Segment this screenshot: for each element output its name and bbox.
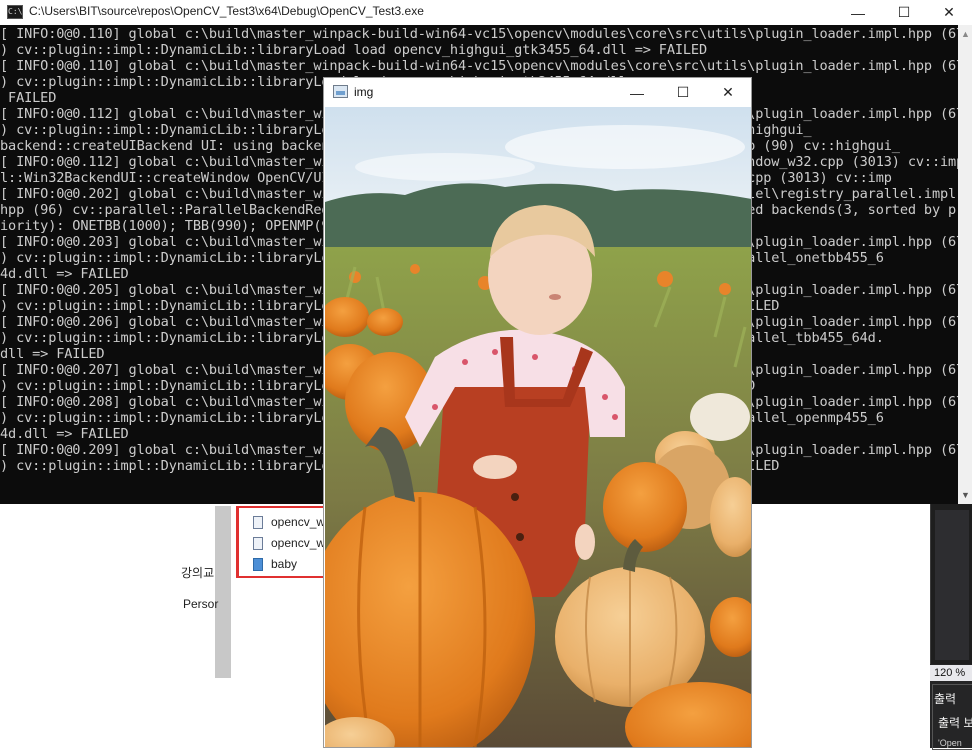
nav-item-lecture[interactable]: 강의교 xyxy=(181,564,214,581)
editor-area xyxy=(930,504,972,664)
maximize-button[interactable]: ☐ xyxy=(660,78,706,107)
file-icon xyxy=(253,515,263,529)
console-title: C:\Users\BIT\source\repos\OpenCV_Test3\x… xyxy=(29,4,424,18)
console-line: [ INFO:0@0.110] global c:\build\master_w… xyxy=(0,58,958,74)
ide-panel: 120 % 출력 출력 보 'Open xyxy=(930,504,972,750)
minimize-button[interactable]: — xyxy=(614,78,660,107)
explorer-scrollbar[interactable] xyxy=(215,506,231,678)
image-window-title: img xyxy=(354,85,374,99)
console-line: ) cv::plugin::impl::DynamicLib::libraryL… xyxy=(0,42,708,58)
file-item[interactable]: opencv_w xyxy=(253,533,325,553)
window-app-icon xyxy=(333,85,348,98)
file-icon xyxy=(253,536,263,550)
console-line: [ INFO:0@0.110] global c:\build\master_w… xyxy=(0,26,958,42)
close-button[interactable]: ✕ xyxy=(926,0,972,25)
scroll-thumb[interactable] xyxy=(961,45,969,485)
file-item-baby[interactable]: baby xyxy=(253,554,297,574)
minimize-button[interactable]: — xyxy=(835,0,881,25)
image-file-icon xyxy=(253,557,263,571)
image-window[interactable]: img — ☐ ✕ xyxy=(323,77,752,748)
output-source-label: 출력 보 xyxy=(938,716,972,730)
output-panel-title: 출력 xyxy=(934,692,957,706)
scroll-up-icon[interactable]: ▲ xyxy=(961,29,970,39)
file-name: baby xyxy=(271,557,298,571)
photo-baby-pumpkins xyxy=(325,107,751,747)
nav-item-personal[interactable]: Persor xyxy=(183,597,218,611)
file-list-selection: opencv_w opencv_w baby xyxy=(236,506,333,578)
zoom-level[interactable]: 120 % xyxy=(930,665,972,681)
scroll-down-icon[interactable]: ▼ xyxy=(961,490,970,500)
console-app-icon: C:\ xyxy=(7,5,23,19)
close-button[interactable]: ✕ xyxy=(705,78,751,107)
file-name: opencv_w xyxy=(271,515,326,529)
maximize-button[interactable]: ☐ xyxy=(881,0,927,25)
console-titlebar[interactable]: C:\ C:\Users\BIT\source\repos\OpenCV_Tes… xyxy=(0,0,972,25)
image-window-titlebar[interactable]: img — ☐ ✕ xyxy=(324,78,751,107)
console-scrollbar[interactable]: ▲ ▼ xyxy=(958,25,972,504)
file-item[interactable]: opencv_w xyxy=(253,512,325,532)
file-name: opencv_w xyxy=(271,536,326,550)
output-text: 'Open xyxy=(938,738,962,748)
